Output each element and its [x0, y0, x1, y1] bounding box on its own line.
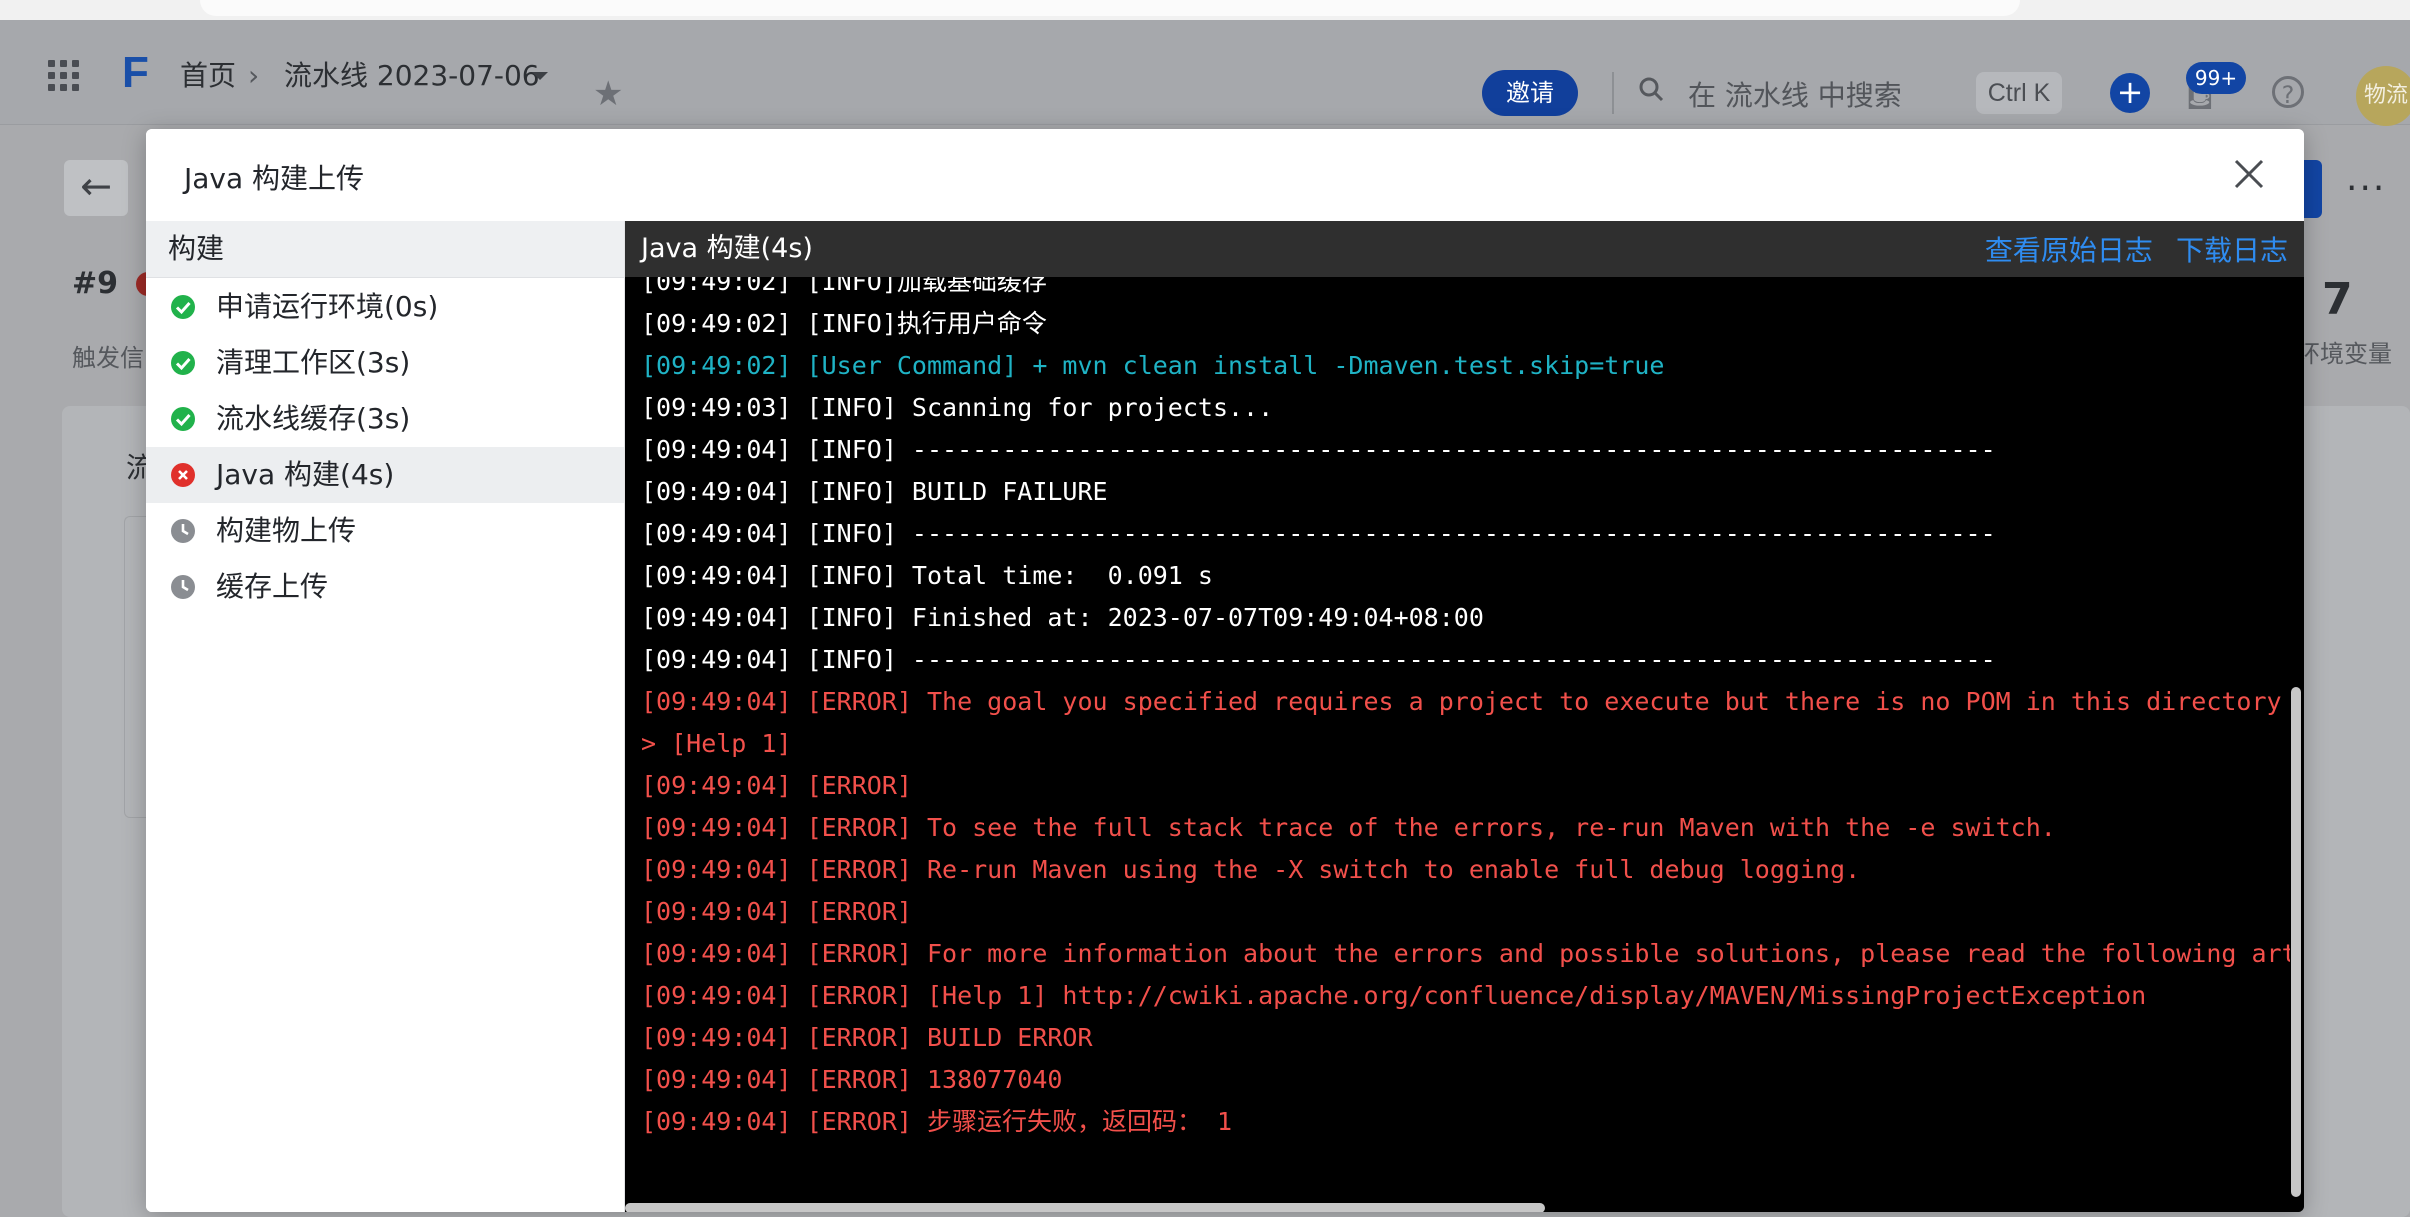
log-line: [09:49:04] [INFO] ----------------------… — [641, 645, 1996, 674]
app-header: F 首页 › 流水线 2023-07-06 ★ 邀请 在 流水线 中搜索 Ctr… — [0, 20, 2410, 126]
log-line: [09:49:04] [ERROR] Re-run Maven using th… — [641, 855, 1861, 884]
step-list-panel: 构建 申请运行环境(0s) 清理工作区(3s) 流水线缓存(3s) Java 构建(4… — [146, 221, 625, 1212]
step-item[interactable]: 缓存上传 — [146, 559, 624, 615]
invite-button[interactable]: 邀请 — [1482, 70, 1578, 116]
error-cross-icon — [171, 463, 195, 487]
log-line: [09:49:04] [INFO] Total time: 0.091 s — [641, 561, 1213, 590]
search-icon[interactable] — [1638, 76, 1664, 102]
success-check-icon — [171, 407, 195, 431]
app-logo-icon[interactable]: F — [122, 50, 156, 96]
run-number: #9 — [72, 266, 119, 301]
success-check-icon — [171, 295, 195, 319]
log-panel: Java 构建(4s) 查看原始日志 下载日志 [09:49:02] [INFO… — [625, 221, 2304, 1212]
download-log-link[interactable]: 下载日志 — [2176, 234, 2288, 267]
log-line: [09:49:04] [ERROR] — [641, 897, 912, 926]
step-item[interactable]: 流水线缓存(3s) — [146, 391, 624, 447]
chevron-down-icon[interactable] — [530, 66, 550, 86]
log-line: [09:49:04] [ERROR] 步骤运行失败，返回码： 1 — [641, 1107, 1233, 1136]
step-label: 清理工作区(3s) — [216, 346, 411, 379]
step-item[interactable]: 清理工作区(3s) — [146, 335, 624, 391]
env-variable-count: 7 — [2322, 274, 2353, 325]
close-icon[interactable] — [2230, 155, 2268, 193]
notification-count-badge: 99+ — [2186, 62, 2246, 94]
log-line: [09:49:04] [ERROR] BUILD ERROR — [641, 1023, 1093, 1052]
log-header: Java 构建(4s) 查看原始日志 下载日志 — [625, 221, 2304, 277]
modal-title: Java 构建上传 — [184, 162, 365, 195]
log-lines: [09:49:02] [INFO]加载基础缓存 [09:49:02] [INFO]… — [641, 277, 2290, 1143]
step-list-header: 构建 — [146, 221, 624, 278]
breadcrumb-home[interactable]: 首页 — [180, 58, 236, 94]
log-line: [09:49:04] [INFO] ----------------------… — [641, 435, 1996, 464]
log-line: [09:49:04] [INFO] Finished at: 2023-07-0… — [641, 603, 1484, 632]
log-line: [09:49:04] [ERROR] To see the full stack… — [641, 813, 2056, 842]
vertical-scrollbar-thumb[interactable] — [2291, 687, 2301, 1197]
log-line: [09:49:04] [ERROR] For more information … — [641, 939, 2290, 968]
log-line: [09:49:04] [ERROR] The goal you specifie… — [641, 687, 2282, 716]
step-item[interactable]: Java 构建(4s) — [146, 447, 624, 503]
step-label: 构建物上传 — [216, 514, 357, 547]
horizontal-scrollbar-thumb[interactable] — [625, 1203, 1545, 1212]
log-line: [09:49:02] [INFO]加载基础缓存 — [641, 277, 1047, 296]
step-label: 流水线缓存(3s) — [216, 402, 411, 435]
create-button[interactable]: + — [2110, 73, 2150, 113]
modal-header: Java 构建上传 — [146, 129, 2304, 221]
log-line: [09:49:02] [User Command] + mvn clean in… — [641, 351, 1665, 380]
pending-clock-icon — [171, 575, 195, 599]
header-divider — [1612, 72, 1614, 114]
help-icon[interactable]: ? — [2272, 76, 2304, 109]
log-title: Java 构建(4s) — [641, 233, 813, 264]
step-list: 申请运行环境(0s) 清理工作区(3s) 流水线缓存(3s) Java 构建(4s) 构… — [146, 279, 624, 615]
step-log-modal: Java 构建上传 构建 申请运行环境(0s) 清理工作区(3s) 流水线缓存(3s… — [146, 129, 2304, 1212]
step-label: 申请运行环境(0s) — [216, 290, 439, 323]
breadcrumb-separator-icon: › — [248, 59, 260, 92]
step-item[interactable]: 构建物上传 — [146, 503, 624, 559]
log-line: > [Help 1] — [641, 729, 792, 758]
view-raw-log-link[interactable]: 查看原始日志 — [1985, 234, 2153, 267]
step-item[interactable]: 申请运行环境(0s) — [146, 279, 624, 335]
browser-chrome — [0, 0, 2410, 20]
search-shortcut-badge: Ctrl K — [1976, 72, 2062, 114]
log-line: [09:49:04] [INFO] BUILD FAILURE — [641, 477, 1108, 506]
step-label: Java 构建(4s) — [216, 458, 395, 491]
apps-grid-icon[interactable] — [48, 60, 80, 92]
success-check-icon — [171, 351, 195, 375]
log-line: [09:49:02] [INFO]执行用户命令 — [641, 309, 1047, 338]
search-input[interactable]: 在 流水线 中搜索 — [1688, 74, 1902, 114]
env-variable-label: 环境变量 — [2296, 340, 2392, 368]
log-actions: 查看原始日志 下载日志 — [1967, 221, 2288, 285]
log-line: [09:49:04] [ERROR] 138077040 — [641, 1065, 1063, 1094]
pending-clock-icon — [171, 519, 195, 543]
favorite-star-icon[interactable]: ★ — [593, 74, 623, 114]
trigger-info-label: 触发信 — [72, 344, 144, 372]
step-label: 缓存上传 — [216, 570, 329, 603]
back-arrow-button[interactable]: ← — [64, 160, 128, 216]
log-line: [09:49:04] [ERROR] [Help 1] http://cwiki… — [641, 981, 2147, 1010]
log-output[interactable]: [09:49:02] [INFO]加载基础缓存 [09:49:02] [INFO]… — [625, 277, 2290, 1198]
browser-address-area — [200, 0, 2020, 16]
more-options-icon[interactable]: ··· — [2346, 168, 2386, 209]
log-line: [09:49:04] [INFO] ----------------------… — [641, 519, 1996, 548]
avatar[interactable]: 物流 — [2356, 66, 2410, 126]
breadcrumb-current[interactable]: 流水线 2023-07-06 — [284, 58, 540, 94]
log-line: [09:49:04] [ERROR] — [641, 771, 912, 800]
log-line: [09:49:03] [INFO] Scanning for projects.… — [641, 393, 1274, 422]
